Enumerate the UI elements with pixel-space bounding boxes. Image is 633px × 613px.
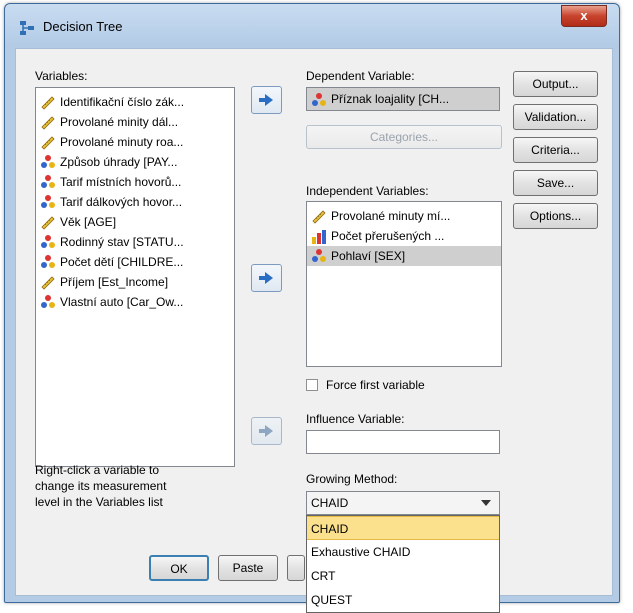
ok-button[interactable]: OK xyxy=(149,555,209,581)
nominal-icon xyxy=(41,175,55,188)
list-item-label: Rodinný stav [STATU... xyxy=(60,235,184,249)
move-independent-button[interactable] xyxy=(251,264,282,292)
chevron-down-icon xyxy=(481,500,491,506)
list-item-label: Identifikační číslo zák... xyxy=(60,95,185,109)
arrow-right-icon xyxy=(259,94,273,106)
list-item-label: Provolané minuty roa... xyxy=(60,135,184,149)
list-item-label: Tarif dálkových hovor... xyxy=(60,195,183,209)
hint-line-2: change its measurement xyxy=(35,479,167,493)
move-influence-button[interactable] xyxy=(251,417,282,445)
nominal-icon xyxy=(41,155,55,168)
arrow-right-icon xyxy=(259,272,273,284)
list-item-label: Pohlaví [SEX] xyxy=(331,249,406,263)
list-item[interactable]: Rodinný stav [STATU... xyxy=(36,232,234,252)
list-item[interactable]: Tarif místních hovorů... xyxy=(36,172,234,192)
list-item[interactable]: Pohlaví [SEX] xyxy=(307,246,501,266)
nominal-icon xyxy=(41,235,55,248)
list-item-label: Věk [AGE] xyxy=(60,215,117,229)
hint-line-1: Right-click a variable to xyxy=(35,463,160,477)
dropdown-option[interactable]: CHAID xyxy=(307,516,499,540)
list-item-label: Tarif místních hovorů... xyxy=(60,175,182,189)
list-item[interactable]: Věk [AGE] xyxy=(36,212,234,232)
influence-label: Influence Variable: xyxy=(306,412,405,426)
list-item[interactable]: Identifikační číslo zák... xyxy=(36,92,234,112)
growing-method-dropdown[interactable]: CHAID Exhaustive CHAID CRT QUEST xyxy=(306,515,500,613)
categories-button[interactable]: Categories... xyxy=(306,125,502,149)
close-icon: x xyxy=(580,8,588,23)
move-dependent-button[interactable] xyxy=(251,86,282,114)
nominal-icon xyxy=(41,295,55,308)
list-item-label: Počet přerušených ... xyxy=(331,229,445,243)
ruler-icon xyxy=(41,216,55,230)
window-title: Decision Tree xyxy=(43,19,123,34)
ruler-icon xyxy=(41,136,55,150)
output-button[interactable]: Output... xyxy=(513,71,598,97)
ruler-icon xyxy=(41,96,55,110)
list-item[interactable]: Počet dětí [CHILDRE... xyxy=(36,252,234,272)
dropdown-option[interactable]: Exhaustive CHAID xyxy=(307,540,499,564)
dependent-field[interactable]: Příznak loajality [CH... xyxy=(306,87,500,111)
nominal-icon xyxy=(312,93,326,106)
dependent-value: Příznak loajality [CH... xyxy=(331,92,450,106)
arrow-right-icon xyxy=(259,425,273,437)
growing-method-value: CHAID xyxy=(311,496,349,510)
list-item[interactable]: Tarif dálkových hovor... xyxy=(36,192,234,212)
criteria-button[interactable]: Criteria... xyxy=(513,137,598,163)
growing-method-label: Growing Method: xyxy=(306,472,398,486)
reset-button-partial[interactable] xyxy=(287,555,305,581)
validation-button[interactable]: Validation... xyxy=(513,104,598,130)
dropdown-option[interactable]: CRT xyxy=(307,564,499,588)
independent-label: Independent Variables: xyxy=(306,184,429,198)
list-item-label: Příjem [Est_Income] xyxy=(60,275,169,289)
paste-button[interactable]: Paste xyxy=(218,555,278,581)
nominal-icon xyxy=(41,255,55,268)
list-item[interactable]: Příjem [Est_Income] xyxy=(36,272,234,292)
options-button[interactable]: Options... xyxy=(513,203,598,229)
dependent-label: Dependent Variable: xyxy=(306,69,415,83)
close-button[interactable]: x xyxy=(561,5,607,27)
dialog-body: Variables: Identifikační číslo zák... Pro… xyxy=(15,48,613,613)
dropdown-option[interactable]: QUEST xyxy=(307,588,499,612)
dialog-window: Decision Tree x Variables: Identifikační… xyxy=(4,3,620,613)
bar-chart-icon xyxy=(312,230,326,244)
influence-field[interactable] xyxy=(306,430,500,454)
list-item[interactable]: Provolané minuty roa... xyxy=(36,132,234,152)
list-item-label: Počet dětí [CHILDRE... xyxy=(60,255,184,269)
hint-line-3: level in the Variables list xyxy=(35,495,163,509)
ruler-icon xyxy=(41,116,55,130)
nominal-icon xyxy=(312,249,326,262)
list-item[interactable]: Počet přerušených ... xyxy=(307,226,501,246)
list-item-label: Provolané minuty mí... xyxy=(331,209,451,223)
force-first-checkbox[interactable] xyxy=(306,379,318,391)
variables-label: Variables: xyxy=(35,69,88,83)
nominal-icon xyxy=(41,195,55,208)
title-bar[interactable]: Decision Tree x xyxy=(5,4,619,46)
list-item-label: Vlastní auto [Car_Ow... xyxy=(60,295,184,309)
list-item-label: Způsob úhrady [PAY... xyxy=(60,155,178,169)
list-item[interactable]: Vlastní auto [Car_Ow... xyxy=(36,292,234,312)
save-button[interactable]: Save... xyxy=(513,170,598,196)
independent-listbox[interactable]: Provolané minuty mí... Počet přerušených … xyxy=(306,201,502,367)
list-item[interactable]: Způsob úhrady [PAY... xyxy=(36,152,234,172)
list-item[interactable]: Provolané minuty mí... xyxy=(307,206,501,226)
decision-tree-icon xyxy=(20,21,34,35)
list-item-label: Provolané minity dál... xyxy=(60,115,179,129)
ruler-icon xyxy=(312,210,326,224)
list-item[interactable]: Provolané minity dál... xyxy=(36,112,234,132)
growing-method-select[interactable]: CHAID xyxy=(306,491,500,515)
ruler-icon xyxy=(41,276,55,290)
force-first-label: Force first variable xyxy=(326,378,425,392)
variables-listbox[interactable]: Identifikační číslo zák... Provolané mini… xyxy=(35,87,235,467)
